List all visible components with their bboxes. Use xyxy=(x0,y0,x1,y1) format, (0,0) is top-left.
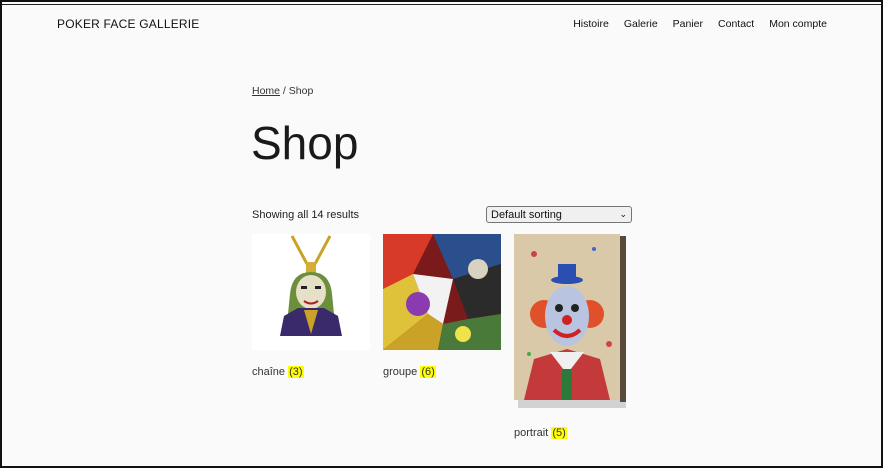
category-card-chaine[interactable]: chaîne (3) xyxy=(252,234,370,384)
chaine-pendant-image[interactable] xyxy=(252,234,370,350)
nav-item-histoire[interactable]: Histoire xyxy=(573,18,609,30)
category-label-portrait[interactable]: portrait (5) xyxy=(514,427,567,439)
browser-frame: POKER FACE GALLERIE Histoire Galerie Pan… xyxy=(0,0,883,468)
top-rule xyxy=(2,4,881,5)
category-card-groupe[interactable]: groupe (6) xyxy=(383,234,501,384)
portrait-clown-image[interactable] xyxy=(514,234,632,412)
site-title[interactable]: POKER FACE GALLERIE xyxy=(57,17,200,31)
category-count-badge: (6) xyxy=(420,366,436,378)
category-label-groupe[interactable]: groupe (6) xyxy=(383,366,436,378)
nav-item-mon-compte[interactable]: Mon compte xyxy=(769,18,827,30)
nav-item-contact[interactable]: Contact xyxy=(718,18,754,30)
sort-select[interactable]: Default sorting ⌄ xyxy=(486,206,632,223)
sort-selected-value: Default sorting xyxy=(491,208,562,221)
chevron-down-icon: ⌄ xyxy=(619,209,627,219)
main-nav: Histoire Galerie Panier Contact Mon comp… xyxy=(573,18,827,30)
category-count-badge: (5) xyxy=(551,427,567,439)
category-label-chaine[interactable]: chaîne (3) xyxy=(252,366,304,378)
breadcrumb-home-link[interactable]: Home xyxy=(252,85,280,97)
category-card-portrait[interactable]: portrait (5) xyxy=(514,234,632,444)
result-count: Showing all 14 results xyxy=(252,209,360,221)
breadcrumb: Home / Shop xyxy=(252,85,313,97)
groupe-painting-image[interactable] xyxy=(383,234,501,350)
category-name: groupe xyxy=(383,366,418,378)
category-name: chaîne xyxy=(252,366,286,378)
page-title: Shop xyxy=(251,117,359,169)
nav-item-panier[interactable]: Panier xyxy=(673,18,703,30)
category-count-badge: (3) xyxy=(288,366,304,378)
breadcrumb-current: Shop xyxy=(288,85,314,97)
nav-item-galerie[interactable]: Galerie xyxy=(624,18,658,30)
breadcrumb-separator: / xyxy=(280,85,289,97)
category-name: portrait xyxy=(514,427,549,439)
